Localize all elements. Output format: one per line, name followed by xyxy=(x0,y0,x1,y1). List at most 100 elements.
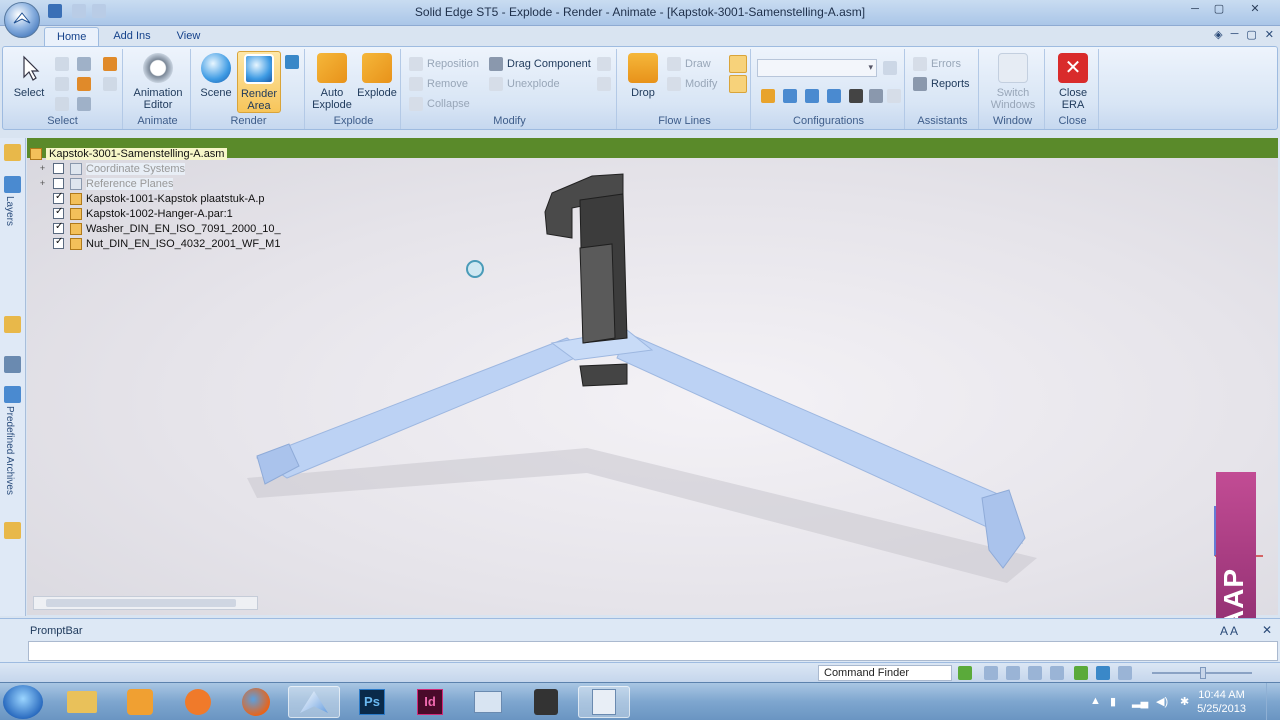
animation-editor-button[interactable]: Animation Editor xyxy=(129,53,187,111)
system-clock[interactable]: 10:44 AM 5/25/2013 xyxy=(1197,688,1246,716)
close-window-button[interactable]: ✕ xyxy=(1244,2,1266,18)
view-orientation-icon[interactable] xyxy=(1096,666,1110,680)
select-filter-icon[interactable] xyxy=(55,57,69,71)
taskbar-photoshop[interactable]: Ps xyxy=(346,686,398,718)
tree-item[interactable]: Kapstok-1002-Hanger-A.par:1 xyxy=(53,206,233,221)
zoom-slider[interactable] xyxy=(1142,667,1262,679)
visibility-checkbox[interactable] xyxy=(53,206,64,219)
select-mode-icon[interactable] xyxy=(77,97,91,111)
configuration-dropdown[interactable]: ▾ xyxy=(757,59,877,77)
font-size-icon[interactable]: A A xyxy=(1220,624,1238,638)
expand-plus-icon[interactable]: + xyxy=(38,179,47,188)
tab-home[interactable]: Home xyxy=(44,27,100,47)
drop-button[interactable]: Drop xyxy=(623,53,663,99)
network-icon[interactable]: ▮ xyxy=(1110,695,1116,708)
pathfinder-icon[interactable] xyxy=(4,144,21,161)
drag-component-button[interactable]: Drag Component xyxy=(489,57,591,71)
taskbar-indesign[interactable]: Id xyxy=(404,686,456,718)
tree-item[interactable]: + Reference Planes xyxy=(38,176,174,191)
expand-plus-icon[interactable]: + xyxy=(38,164,47,173)
scrollbar-thumb[interactable] xyxy=(46,599,236,607)
refresh-icon[interactable] xyxy=(958,666,972,680)
layers-tab[interactable]: Layers xyxy=(4,196,15,226)
scene-button[interactable]: Scene xyxy=(197,53,235,99)
taskbar-outlook[interactable] xyxy=(114,686,166,718)
reports-button[interactable]: Reports xyxy=(913,77,970,91)
config-tool-3-icon[interactable] xyxy=(805,89,819,103)
tree-item[interactable]: Nut_DIN_EN_ISO_4032_2001_WF_M1 xyxy=(53,236,280,251)
unexplode-button[interactable]: Unexplode xyxy=(489,77,560,91)
relationships-icon[interactable] xyxy=(4,356,21,373)
start-button[interactable] xyxy=(3,685,43,719)
taskbar-calculator[interactable] xyxy=(578,686,630,718)
ribbon-close-icon[interactable]: ✕ xyxy=(1265,28,1274,41)
tree-root[interactable]: Kapstok-3001-Samenstelling-A.asm xyxy=(30,146,228,161)
taskbar-solid-edge[interactable] xyxy=(288,686,340,718)
help-icon[interactable]: ◈ xyxy=(1214,28,1222,41)
prompt-close-icon[interactable]: ✕ xyxy=(1262,623,1272,637)
render-options-icon[interactable] xyxy=(285,55,299,69)
switch-windows-button[interactable]: Switch Windows xyxy=(985,53,1041,111)
tree-item[interactable]: Washer_DIN_EN_ISO_7091_2000_10_ xyxy=(53,221,281,236)
ribbon-restore-icon[interactable]: ▢ xyxy=(1246,28,1256,41)
errors-button[interactable]: Errors xyxy=(913,57,961,71)
config-tool-6-icon[interactable] xyxy=(869,89,883,103)
remove-button[interactable]: Remove xyxy=(409,77,468,91)
tree-item[interactable]: Kapstok-1001-Kapstok plaatstuk-A.p xyxy=(53,191,265,206)
tab-view[interactable]: View xyxy=(165,27,213,47)
render-area-button[interactable]: Render Area xyxy=(237,51,281,113)
taskbar-firefox[interactable] xyxy=(230,686,282,718)
taskbar-media-player[interactable] xyxy=(172,686,224,718)
command-finder-input[interactable]: Command Finder xyxy=(818,665,952,681)
visibility-checkbox[interactable] xyxy=(53,178,64,189)
pan-icon[interactable] xyxy=(1050,666,1064,680)
archives-icon[interactable] xyxy=(4,386,21,403)
visibility-checkbox[interactable] xyxy=(53,236,64,249)
config-tool-7-icon[interactable] xyxy=(887,89,901,103)
signal-icon[interactable]: ▂▄ xyxy=(1132,695,1148,708)
taskbar-tools[interactable] xyxy=(520,686,572,718)
visibility-checkbox[interactable] xyxy=(53,191,64,204)
volume-icon[interactable]: ◀) xyxy=(1156,695,1168,708)
draw-button[interactable]: Draw xyxy=(667,57,711,71)
zoom-area-icon[interactable] xyxy=(984,666,998,680)
maximize-button[interactable]: ▢ xyxy=(1208,2,1230,18)
config-tool-1-icon[interactable] xyxy=(761,89,775,103)
collapse-button[interactable]: Collapse xyxy=(409,97,470,111)
modify-extra-2-icon[interactable] xyxy=(597,77,611,91)
layers-icon[interactable] xyxy=(4,176,21,193)
predefined-archives-tab[interactable]: Predefined Archives xyxy=(4,406,15,495)
flowline-toggle-icon[interactable] xyxy=(729,55,747,73)
minimize-button[interactable]: ─ xyxy=(1184,2,1206,18)
bluetooth-icon[interactable]: ✱ xyxy=(1180,695,1189,708)
visibility-checkbox[interactable] xyxy=(53,221,64,234)
visibility-checkbox[interactable] xyxy=(53,163,64,174)
close-era-button[interactable]: ✕ Close ERA xyxy=(1051,53,1095,111)
config-tool-2-icon[interactable] xyxy=(783,89,797,103)
ribbon-minimize-icon[interactable]: ─ xyxy=(1231,28,1239,41)
view-style-icon[interactable] xyxy=(1118,666,1132,680)
select-body-icon[interactable] xyxy=(55,97,69,111)
select-assembly-icon[interactable] xyxy=(77,77,91,91)
application-button[interactable] xyxy=(4,2,40,38)
prompt-input[interactable] xyxy=(28,641,1278,661)
explode-button[interactable]: Explode xyxy=(355,53,399,99)
library-icon[interactable] xyxy=(4,316,21,333)
camera-icon[interactable] xyxy=(849,89,863,103)
tab-add-ins[interactable]: Add Ins xyxy=(101,27,162,47)
reposition-button[interactable]: Reposition xyxy=(409,57,479,71)
tray-expand-icon[interactable]: ▲ xyxy=(1090,695,1101,707)
config-tool-4-icon[interactable] xyxy=(827,89,841,103)
tree-horizontal-scrollbar[interactable] xyxy=(33,596,258,610)
tree-item[interactable]: + Coordinate Systems xyxy=(38,161,186,176)
select-edge-icon[interactable] xyxy=(103,77,117,91)
modify-extra-icon[interactable] xyxy=(597,57,611,71)
taskbar-app-window[interactable] xyxy=(462,686,514,718)
zoom-slider-thumb[interactable] xyxy=(1200,667,1206,679)
flowline-display-icon[interactable] xyxy=(729,75,747,93)
flow-modify-button[interactable]: Modify xyxy=(667,77,717,91)
show-desktop-button[interactable] xyxy=(1266,683,1280,720)
select-part-icon[interactable] xyxy=(103,57,117,71)
zoom-icon[interactable] xyxy=(1006,666,1020,680)
auto-explode-button[interactable]: Auto Explode xyxy=(309,53,355,111)
